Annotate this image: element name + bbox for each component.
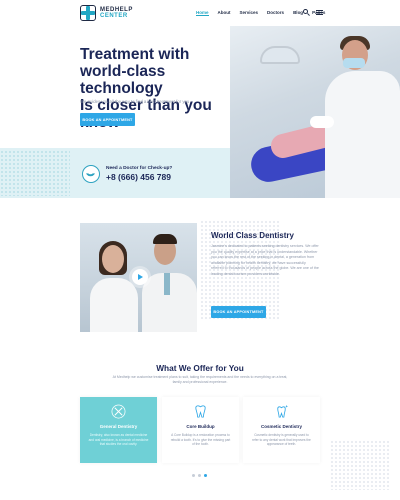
hero-title-line: Treatment with xyxy=(80,46,190,63)
site-header: MEDHELP CENTER Home About Services Docto… xyxy=(0,0,400,28)
nav-item-blog[interactable]: Blog xyxy=(293,10,303,16)
offer-title: What We Offer for You xyxy=(156,363,244,373)
tooth-shine-icon xyxy=(277,405,288,418)
service-card-title: Cosmetic Dentistry xyxy=(260,424,302,429)
tooth-icon xyxy=(195,405,206,418)
dot-pattern xyxy=(0,150,70,196)
service-card[interactable]: General Dentistry Dentistry, also known … xyxy=(80,397,157,463)
carousel-dot[interactable] xyxy=(192,474,195,477)
service-card-desc: Cosmetic dentistry is generally used to … xyxy=(252,433,311,447)
service-card[interactable]: Cosmetic Dentistry Cosmetic dentistry is… xyxy=(243,397,320,463)
section-body: Jasmine’s dedicated to patients seeking … xyxy=(211,244,319,276)
doctors-video-thumbnail[interactable] xyxy=(80,223,197,332)
section-title: World Class Dentistry xyxy=(211,231,294,240)
carousel-pagination xyxy=(192,474,207,477)
offer-subtitle: At Medhelp we customise treatment plans … xyxy=(112,375,288,384)
nav-item-services[interactable]: Services xyxy=(240,10,259,16)
search-icon[interactable] xyxy=(303,9,310,16)
nav-item-doctors[interactable]: Doctors xyxy=(267,10,284,16)
dot-pattern xyxy=(330,440,390,490)
service-card[interactable]: Core Buildup A Core Buildup is a restora… xyxy=(162,397,239,463)
service-card-desc: A Core Buildup is a restoration process … xyxy=(170,433,231,447)
hero-dentist-photo xyxy=(230,26,400,198)
book-appointment-button[interactable]: BOOK AN APPOINTMENT xyxy=(80,113,135,126)
call-label: Need a Doctor for Check-up? xyxy=(106,166,173,171)
phone-icon xyxy=(82,165,100,183)
carousel-dot[interactable] xyxy=(198,474,201,477)
tooth-tools-icon xyxy=(111,404,126,419)
logo[interactable]: MEDHELP CENTER xyxy=(80,5,133,21)
phone-number[interactable]: +8 (666) 456 789 xyxy=(106,172,171,182)
hero-title-line: world-class technology xyxy=(80,63,166,97)
service-card-title: General Dentistry xyxy=(99,424,138,429)
medical-cross-icon xyxy=(80,5,96,21)
menu-icon[interactable] xyxy=(316,9,323,16)
book-appointment-button[interactable]: BOOK AN APPOINTMENT xyxy=(211,306,266,318)
carousel-dot-active[interactable] xyxy=(204,474,207,477)
hero-subtitle: We guides you all the way to find a best… xyxy=(80,99,190,104)
nav-item-about[interactable]: About xyxy=(218,10,231,16)
service-card-title: Core Buildup xyxy=(186,424,215,429)
play-icon[interactable] xyxy=(132,269,148,285)
service-card-desc: Dentistry, also known as dental medicine… xyxy=(88,433,149,447)
nav-item-home[interactable]: Home xyxy=(196,10,209,16)
logo-subname: CENTER xyxy=(100,13,128,19)
